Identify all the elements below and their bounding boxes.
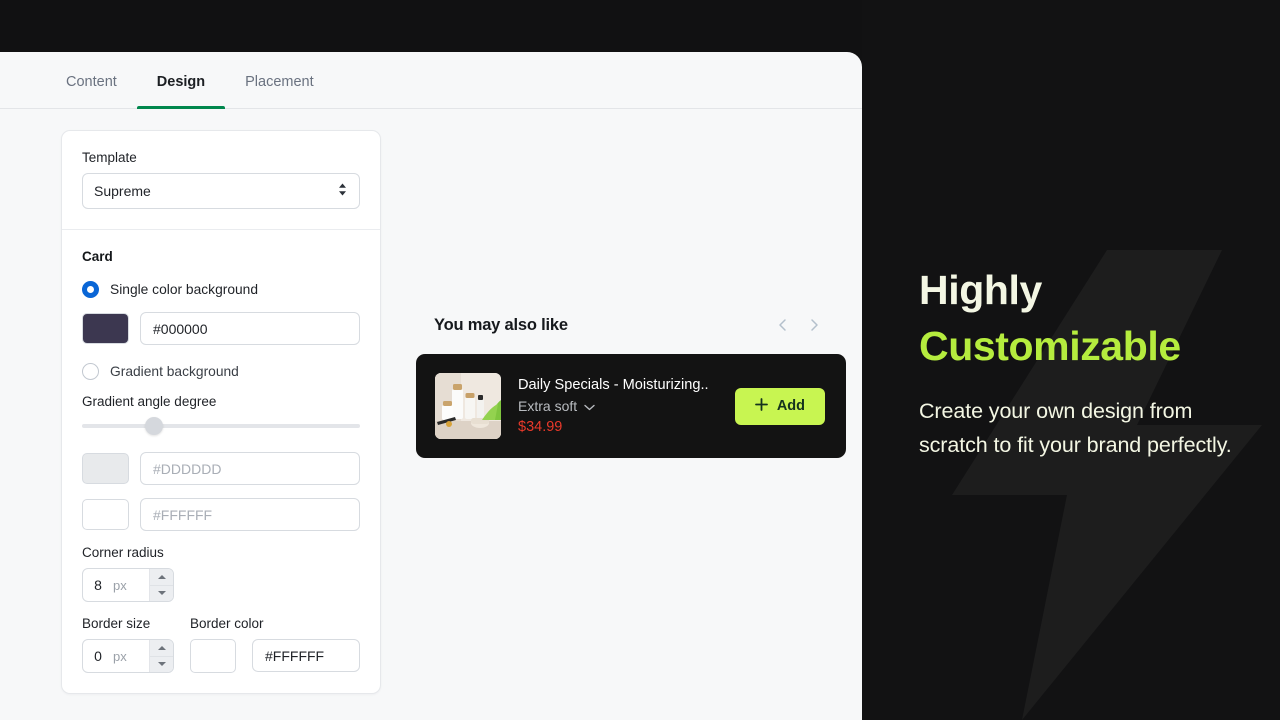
corner-radius-unit: px <box>113 577 127 593</box>
chevron-left-icon[interactable] <box>775 317 791 333</box>
chevron-right-icon[interactable] <box>806 317 822 333</box>
slider-thumb[interactable] <box>145 417 164 435</box>
gradient-color-2-row: #FFFFFF <box>82 498 360 531</box>
single-color-hex-input[interactable]: #000000 <box>140 312 360 345</box>
product-price: $34.99 <box>518 419 563 435</box>
product-thumbnail <box>435 373 501 439</box>
gradient-color-1-swatch[interactable] <box>82 453 129 484</box>
border-color-label: Border color <box>190 616 264 631</box>
preview-title: You may also like <box>434 315 568 334</box>
template-section: Template Supreme <box>62 131 380 229</box>
promo-panel: Highly Customizable Create your own desi… <box>862 0 1280 720</box>
border-size-unit: px <box>113 648 127 664</box>
template-select-value: Supreme <box>94 183 151 199</box>
card-section: Card Single color background #000000 Gra… <box>62 229 380 693</box>
corner-radius-stepper[interactable]: 8 px <box>82 568 174 602</box>
border-color-swatch[interactable] <box>190 639 236 673</box>
radio-single-color-label: Single color background <box>110 282 259 297</box>
radio-single-color-background[interactable]: Single color background <box>82 281 360 298</box>
promo-heading: Highly Customizable <box>919 262 1249 374</box>
promo-body: Create your own design from scratch to f… <box>919 399 1232 457</box>
corner-radius-value[interactable]: 8 <box>83 577 113 593</box>
gradient-color-1-input[interactable]: #DDDDDD <box>140 452 360 485</box>
preview-area: You may also like Daily Specials - Moist… <box>416 310 846 458</box>
border-size-increment-button[interactable] <box>150 640 173 657</box>
promo-heading-line2: Customizable <box>919 323 1181 369</box>
promo-heading-line1: Highly <box>919 267 1042 313</box>
gradient-angle-label: Gradient angle degree <box>82 394 217 409</box>
border-size-decrement-button[interactable] <box>150 656 173 672</box>
screenshot-root: Highly Customizable Create your own desi… <box>0 0 1280 720</box>
product-variant-selector[interactable]: Extra soft <box>518 398 718 414</box>
border-size-label: Border size <box>82 616 151 631</box>
triangle-down-icon <box>157 662 166 667</box>
gradient-color-2-swatch[interactable] <box>82 499 129 530</box>
triangle-up-icon <box>157 645 166 650</box>
chevron-down-icon <box>584 398 595 414</box>
tab-placement[interactable]: Placement <box>225 52 334 108</box>
radio-gradient-label: Gradient background <box>110 364 239 379</box>
corner-radius-spin-buttons[interactable] <box>149 569 173 601</box>
add-button-label: Add <box>776 398 805 414</box>
select-stepper-icon <box>337 182 348 201</box>
design-settings-card: Template Supreme Card Single color backg… <box>61 130 381 694</box>
corner-radius-increment-button[interactable] <box>150 569 173 586</box>
add-to-cart-button[interactable]: Add <box>734 387 825 425</box>
product-name: Daily Specials - Moisturizing.. <box>518 377 709 393</box>
tab-content[interactable]: Content <box>46 52 137 108</box>
gradient-angle-slider[interactable] <box>82 417 360 435</box>
card-section-title: Card <box>82 249 113 264</box>
triangle-down-icon <box>157 591 166 596</box>
tab-bar: Content Design Placement <box>0 52 862 109</box>
corner-radius-label: Corner radius <box>82 545 164 560</box>
template-label: Template <box>82 150 137 165</box>
gradient-color-2-input[interactable]: #FFFFFF <box>140 498 360 531</box>
border-size-spin-buttons[interactable] <box>149 640 173 672</box>
gradient-color-1-row: #DDDDDD <box>82 452 360 485</box>
radio-gradient-background[interactable]: Gradient background <box>82 363 360 380</box>
corner-radius-decrement-button[interactable] <box>150 585 173 601</box>
tab-design[interactable]: Design <box>136 52 226 109</box>
template-select[interactable]: Supreme <box>82 173 360 209</box>
app-panel: Content Design Placement Template Suprem… <box>0 52 862 720</box>
product-card: Daily Specials - Moisturizing.. Extra so… <box>416 354 846 458</box>
promo-content: Highly Customizable Create your own desi… <box>919 262 1249 462</box>
single-color-row: #000000 <box>82 312 360 345</box>
border-size-stepper[interactable]: 0 px <box>82 639 174 673</box>
radio-on-icon <box>82 281 99 298</box>
single-color-swatch[interactable] <box>82 313 129 344</box>
border-color-hex-input[interactable]: #FFFFFF <box>252 639 360 672</box>
radio-off-icon <box>82 363 99 380</box>
slider-track <box>82 424 360 428</box>
triangle-up-icon <box>157 574 166 579</box>
plus-icon <box>754 397 768 415</box>
product-variant-label: Extra soft <box>518 398 578 414</box>
preview-header: You may also like <box>416 310 846 340</box>
border-controls-row: 0 px #FFFFFF <box>82 639 360 673</box>
product-info: Daily Specials - Moisturizing.. Extra so… <box>518 377 718 435</box>
preview-carousel-nav <box>775 317 842 333</box>
border-size-value[interactable]: 0 <box>83 648 113 664</box>
